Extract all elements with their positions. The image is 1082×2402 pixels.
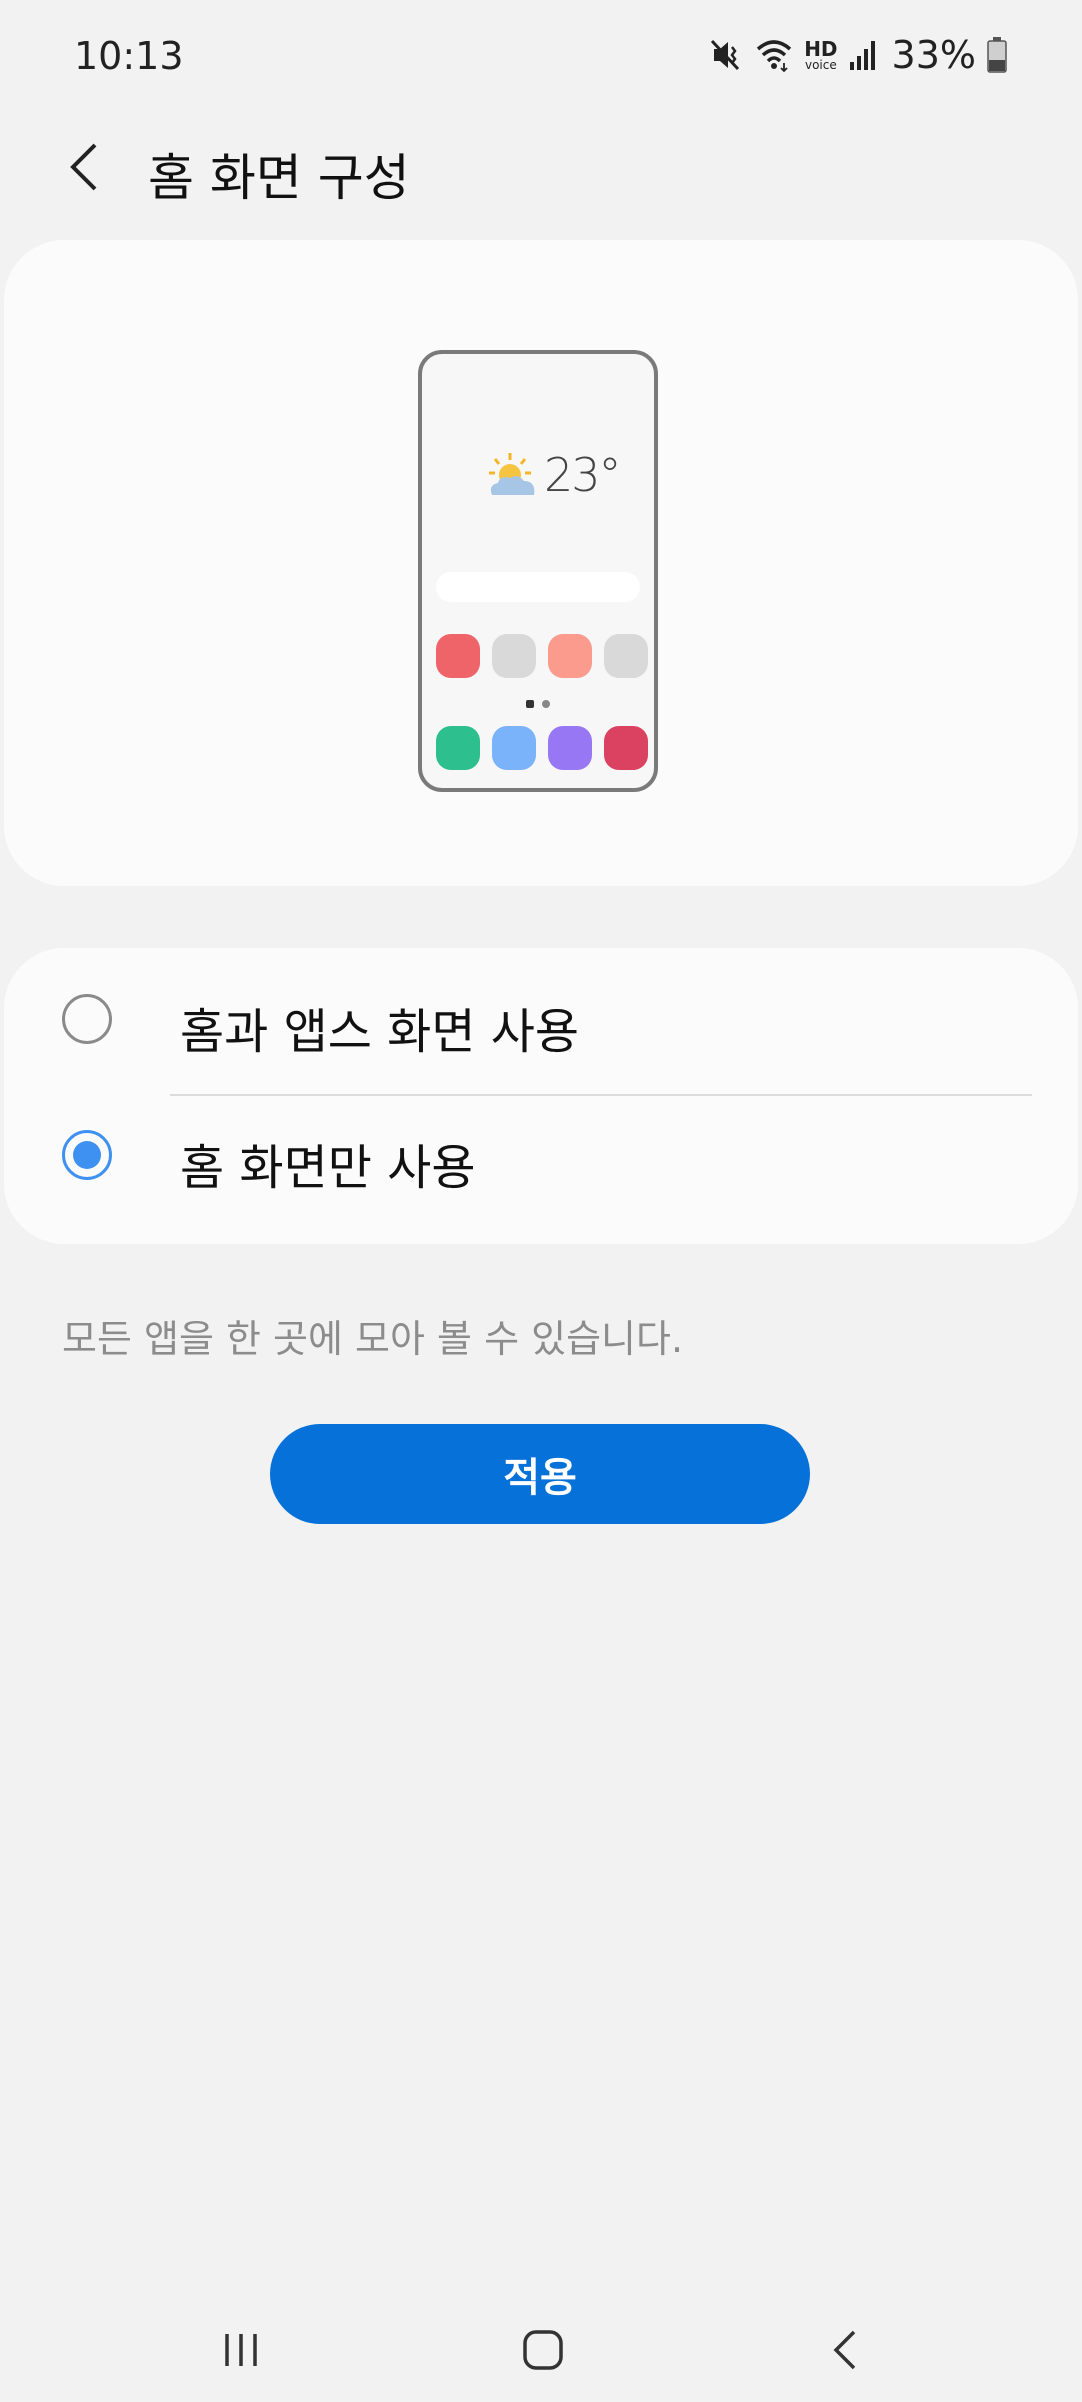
app-icon-7 xyxy=(548,726,592,770)
navigation-bar xyxy=(0,2300,1082,2402)
weather-widget: 23° xyxy=(484,448,622,502)
app-icon-6 xyxy=(492,726,536,770)
apply-button[interactable]: 적용 xyxy=(270,1424,810,1524)
recents-button[interactable] xyxy=(196,2310,286,2390)
page-dot xyxy=(542,700,550,708)
app-icon-3 xyxy=(548,634,592,678)
hd-label: HD xyxy=(804,37,838,61)
search-bar-preview xyxy=(436,572,640,602)
nav-back-button[interactable] xyxy=(800,2310,890,2390)
status-bar: 10:13 HD voice 33% xyxy=(0,0,1082,112)
chevron-left-icon xyxy=(70,143,97,191)
vibrate-mute-icon xyxy=(708,37,744,73)
home-icon xyxy=(523,2330,563,2370)
hd-voice-icon: HD voice xyxy=(804,39,837,71)
battery-icon xyxy=(986,36,1008,74)
option-label: 홈 화면만 사용 xyxy=(180,1140,476,1196)
option-home-and-apps[interactable]: 홈과 앱스 화면 사용 xyxy=(4,948,1078,1096)
app-icon-1 xyxy=(436,634,480,678)
phone-preview: 23° xyxy=(418,350,658,792)
weather-temperature: 23° xyxy=(544,448,622,502)
radio-selected-dot xyxy=(73,1141,101,1169)
option-description: 모든 앱을 한 곳에 모아 볼 수 있습니다. xyxy=(62,1317,684,1361)
header: 홈 화면 구성 xyxy=(0,112,1082,222)
app-icon-5 xyxy=(436,726,480,770)
back-button[interactable] xyxy=(52,134,118,200)
layout-options: 홈과 앱스 화면 사용 홈 화면만 사용 xyxy=(4,948,1078,1244)
home-page-dot xyxy=(526,700,534,708)
option-label: 홈과 앱스 화면 사용 xyxy=(180,1004,580,1060)
battery-percent: 33% xyxy=(891,33,976,77)
page-indicator xyxy=(526,700,550,708)
app-icon-2 xyxy=(492,634,536,678)
status-icons: HD voice 33% xyxy=(708,30,1008,80)
app-icon-8 xyxy=(604,726,648,770)
option-home-only[interactable]: 홈 화면만 사용 xyxy=(4,1096,1078,1244)
recents-icon xyxy=(225,2334,257,2366)
app-row-1 xyxy=(436,634,648,678)
app-row-2 xyxy=(436,726,648,770)
signal-icon xyxy=(848,38,878,72)
radio-unselected[interactable] xyxy=(62,994,112,1044)
back-icon xyxy=(833,2330,856,2370)
radio-selected[interactable] xyxy=(62,1130,112,1180)
app-icon-4 xyxy=(604,634,648,678)
sun-cloud-icon xyxy=(489,453,535,495)
preview-card: 23° xyxy=(4,240,1078,886)
status-time: 10:13 xyxy=(74,34,184,78)
wifi-icon xyxy=(754,37,794,73)
page-title: 홈 화면 구성 xyxy=(148,149,410,207)
voice-label: voice xyxy=(804,58,837,72)
home-button[interactable] xyxy=(498,2310,588,2390)
